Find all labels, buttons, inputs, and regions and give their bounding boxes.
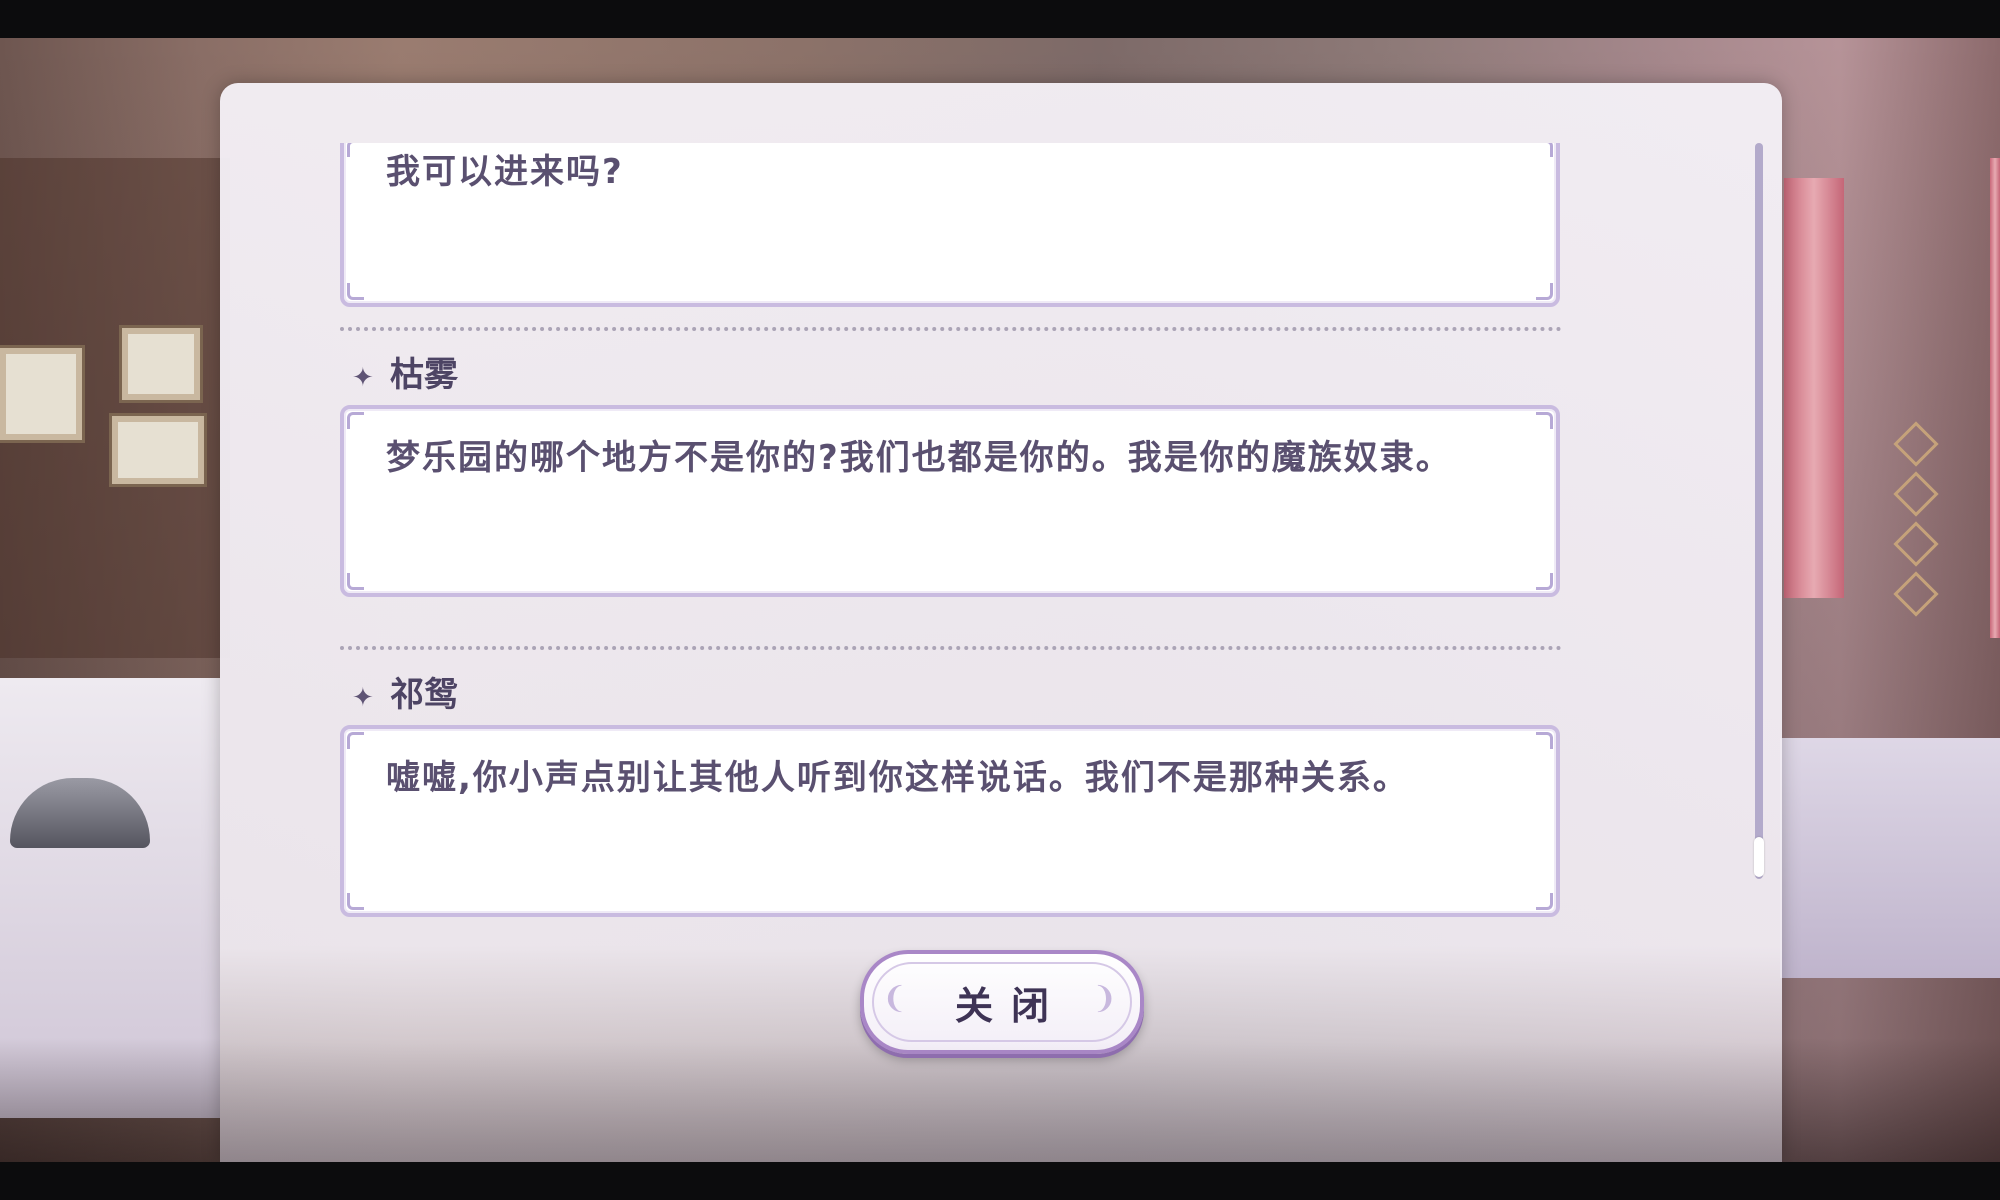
dialogue-bubble: 我可以进来吗?: [340, 143, 1560, 307]
dialogue-bubble: 梦乐园的哪个地方不是你的?我们也都是你的。我是你的魔族奴隶。: [340, 405, 1560, 597]
curtain: [1784, 178, 1844, 598]
game-screen: 我可以进来吗? ✦ 枯雾 梦乐园的哪个地方不是你的?我们也都是你的。我是你的魔族…: [0, 0, 2000, 1200]
entry-divider: [340, 327, 1562, 331]
wall-ornament: [1893, 521, 1939, 567]
dialogue-bubble: 嘘嘘,你小声点别让其他人听到你这样说话。我们不是那种关系。: [340, 725, 1560, 917]
wall-ornament: [1893, 471, 1939, 517]
speaker-label: ✦ 祁鸳: [352, 671, 458, 715]
speaker-name: 祁鸳: [390, 674, 458, 715]
wall-ornament: [1893, 421, 1939, 467]
dialogue-text: 我可以进来吗?: [386, 152, 624, 192]
close-button[interactable]: ❨ 关闭 ❩: [860, 950, 1144, 1054]
speaker-name: 枯雾: [390, 354, 458, 395]
letterbox-top: [0, 0, 2000, 38]
star-icon: ✦: [352, 683, 374, 713]
flourish-right-icon: ❩: [1092, 981, 1118, 1016]
letterbox-bottom: [0, 1162, 2000, 1200]
scrollbar-track[interactable]: [1754, 143, 1764, 879]
dining-table-right: [1780, 738, 2000, 978]
flourish-left-icon: ❨: [882, 981, 908, 1016]
close-button-label: 关闭: [954, 982, 1067, 1028]
curtain: [1990, 158, 2000, 638]
star-icon: ✦: [352, 363, 374, 393]
scrollbar-thumb[interactable]: [1754, 837, 1764, 877]
wall-ornament: [1893, 571, 1939, 617]
picture-frame: [112, 416, 204, 484]
panel-bottom-fade: [220, 1042, 1782, 1162]
dialogue-log-panel: 我可以进来吗? ✦ 枯雾 梦乐园的哪个地方不是你的?我们也都是你的。我是你的魔族…: [220, 83, 1782, 1162]
entry-divider: [340, 646, 1562, 650]
speaker-label: ✦ 枯雾: [352, 351, 458, 395]
dialogue-log-list[interactable]: 我可以进来吗? ✦ 枯雾 梦乐园的哪个地方不是你的?我们也都是你的。我是你的魔族…: [340, 143, 1650, 965]
dialogue-text: 嘘嘘,你小声点别让其他人听到你这样说话。我们不是那种关系。: [386, 758, 1409, 798]
picture-frame: [0, 348, 82, 440]
dialogue-text: 梦乐园的哪个地方不是你的?我们也都是你的。我是你的魔族奴隶。: [386, 438, 1452, 478]
picture-frame: [122, 328, 200, 400]
